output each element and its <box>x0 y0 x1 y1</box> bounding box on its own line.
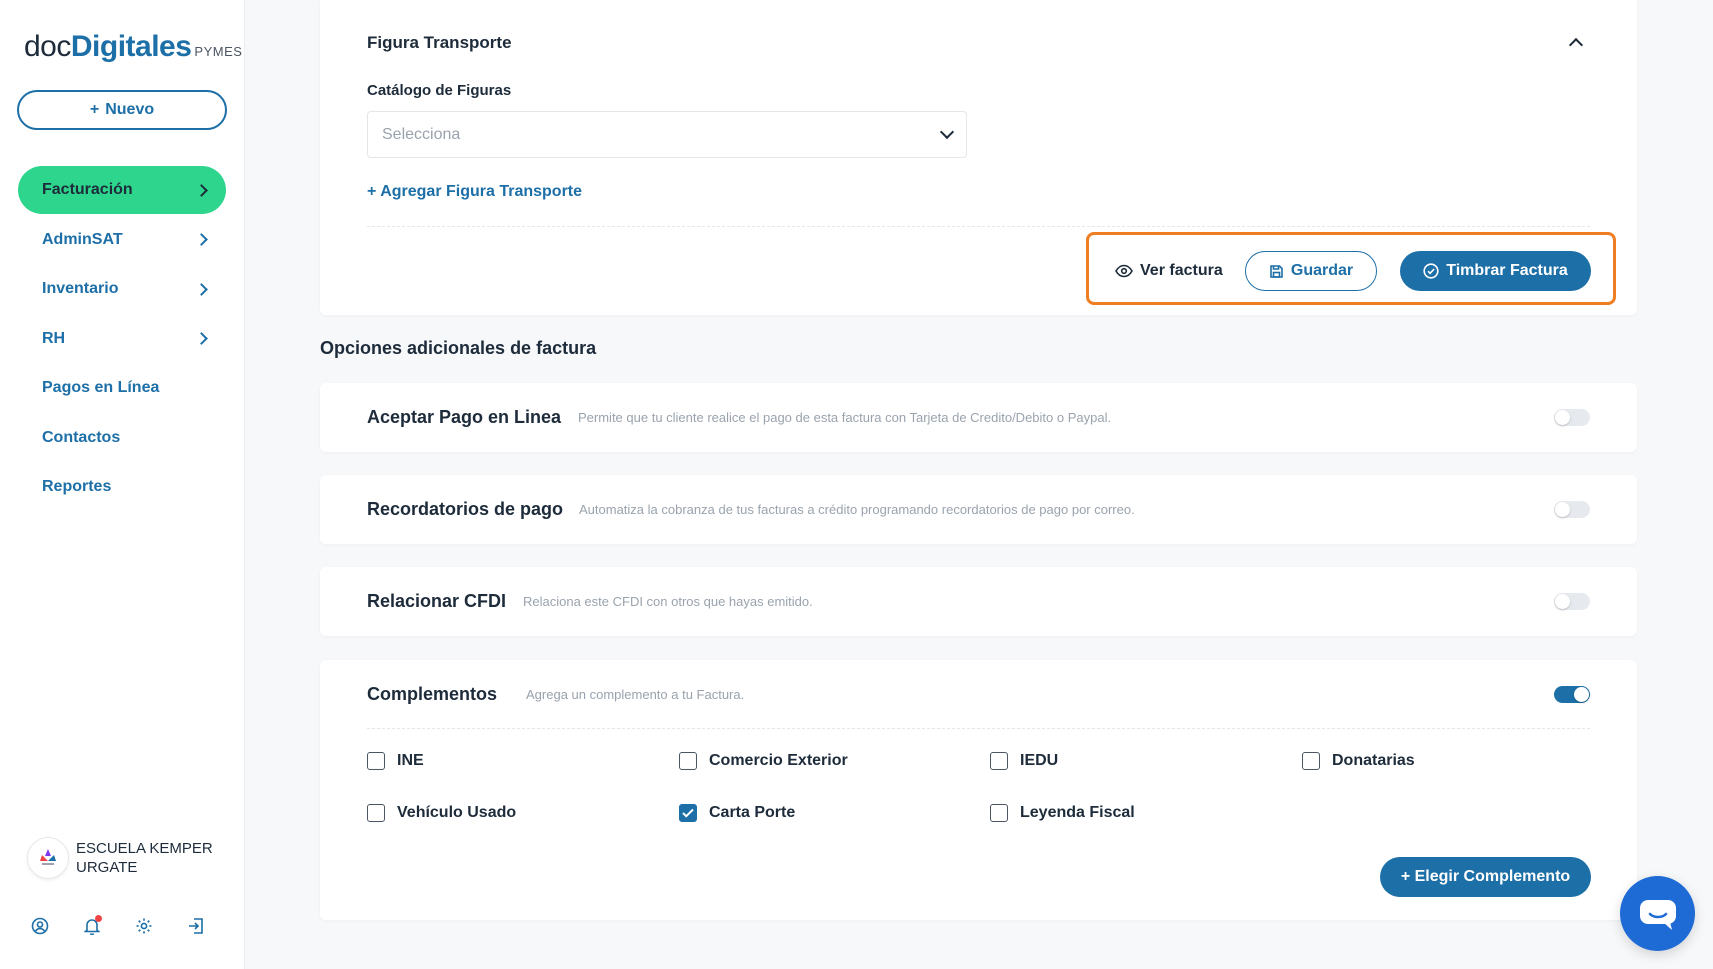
nav-item-inventario[interactable]: Inventario <box>18 265 226 313</box>
save-icon <box>1270 264 1283 278</box>
option-description: Automatiza la cobranza de tus facturas a… <box>579 502 1135 517</box>
nav-item-contactos[interactable]: Contactos <box>18 414 226 462</box>
complementos-title: Complementos <box>367 684 498 704</box>
nav-item-label: AdminSAT <box>42 230 123 248</box>
checkbox-label: Carta Porte <box>709 804 796 821</box>
view-invoice-label: Ver factura <box>1140 262 1223 279</box>
checkbox-carta-porte[interactable]: Carta Porte <box>679 804 795 822</box>
choose-complement-button[interactable]: + Elegir Complemento <box>1380 857 1591 897</box>
nav-item-reportes[interactable]: Reportes <box>18 463 226 511</box>
bottom-toolbar <box>30 915 206 936</box>
avatar <box>28 838 68 878</box>
nav-item-label: Inventario <box>42 280 119 297</box>
checkbox-box[interactable] <box>367 752 385 770</box>
user-circle-icon[interactable] <box>30 916 50 936</box>
school-logo-icon <box>40 849 56 865</box>
checkbox-label: Comercio Exterior <box>709 752 848 769</box>
nav-item-adminsat[interactable]: AdminSAT <box>18 216 226 264</box>
checkbox-donatarias[interactable]: Donatarias <box>1302 752 1415 770</box>
checkbox-leyenda-fiscal[interactable]: Leyenda Fiscal <box>990 804 1135 822</box>
checkbox-label: Donatarias <box>1332 752 1415 769</box>
checkbox-comercio-exterior[interactable]: Comercio Exterior <box>679 752 848 770</box>
option-title: Aceptar Pago en Linea <box>367 407 562 427</box>
checkmark-icon <box>682 808 694 818</box>
checkbox-box[interactable] <box>679 804 697 822</box>
eye-icon <box>1115 264 1133 278</box>
chevron-right-icon <box>195 332 208 345</box>
toggle-recordatorios[interactable] <box>1554 501 1590 518</box>
option-description: Permite que tu cliente realice el pago d… <box>578 410 1112 425</box>
divider <box>367 728 1590 729</box>
plus-icon: + <box>89 101 100 118</box>
save-label: Guardar <box>1290 262 1354 279</box>
bell-icon[interactable] <box>82 915 102 936</box>
checkbox-iedu[interactable]: IEDU <box>990 752 1058 770</box>
user-profile[interactable]: ESCUELA KEMPER URGATE <box>28 838 226 878</box>
checkbox-ine[interactable]: INE <box>367 752 424 770</box>
nav-item-facturacion[interactable]: Facturación <box>18 166 226 214</box>
new-button[interactable]: + Nuevo <box>17 90 227 130</box>
checkbox-box[interactable] <box>1302 752 1320 770</box>
chevron-right-icon <box>195 183 208 197</box>
option-card-relacionar-cfdi: Relacionar CFDI Relaciona este CFDI con … <box>320 567 1637 636</box>
checkbox-box[interactable] <box>679 752 697 770</box>
chat-button[interactable] <box>1620 876 1695 951</box>
toggle-relacionar-cfdi[interactable] <box>1554 593 1590 610</box>
nav-item-label: RH <box>42 329 66 347</box>
sidebar: docDigitales PYMES + Nuevo Facturación Ad… <box>0 0 245 969</box>
catalog-label: Catálogo de Figuras <box>367 82 512 99</box>
user-name: ESCUELA KEMPER URGATE <box>76 840 213 876</box>
save-button[interactable]: Guardar <box>1245 251 1377 291</box>
nav-item-pagos-en-linea[interactable]: Pagos en Línea <box>18 364 226 412</box>
gear-icon[interactable] <box>134 916 154 936</box>
stamp-invoice-label: Timbrar Factura <box>1446 262 1568 279</box>
main-nav: Facturación AdminSAT Inventario RH Pagos… <box>18 166 226 513</box>
view-invoice-button[interactable]: Ver factura <box>1115 253 1223 289</box>
checkbox-box[interactable] <box>367 804 385 822</box>
figura-transporte-title: Figura Transporte <box>367 33 512 52</box>
new-button-label: Nuevo <box>105 101 155 118</box>
check-circle-icon <box>1423 263 1439 279</box>
toggle-pago-en-linea[interactable] <box>1554 409 1590 426</box>
nav-item-label: Pagos en Línea <box>42 379 160 396</box>
stamp-invoice-button[interactable]: Timbrar Factura <box>1400 251 1591 291</box>
chevron-down-icon <box>939 124 955 139</box>
catalog-select[interactable]: Selecciona <box>367 111 967 158</box>
checkbox-box[interactable] <box>990 804 1008 822</box>
nav-item-label: Contactos <box>42 428 121 446</box>
option-title: Recordatorios de pago <box>367 499 564 519</box>
chevron-right-icon <box>195 282 208 296</box>
chevron-right-icon <box>195 233 208 246</box>
checkbox-label: IEDU <box>1020 752 1059 769</box>
nav-item-label: Facturación <box>42 181 133 198</box>
option-title: Relacionar CFDI <box>367 591 507 611</box>
checkbox-label: Vehículo Usado <box>397 804 517 821</box>
chat-bubble-icon <box>1639 899 1676 930</box>
option-description: Relaciona este CFDI con otros que hayas … <box>523 594 813 609</box>
complementos-description: Agrega un complemento a tu Factura. <box>526 687 745 702</box>
checkbox-box[interactable] <box>990 752 1008 770</box>
divider <box>367 226 1590 227</box>
option-card-pago-en-linea: Aceptar Pago en Linea Permite que tu cli… <box>320 383 1637 452</box>
checkbox-label: INE <box>397 752 424 769</box>
checkbox-label: Leyenda Fiscal <box>1020 804 1135 821</box>
brand-logo[interactable]: docDigitales PYMES <box>24 30 242 64</box>
nav-item-rh[interactable]: RH <box>18 315 226 363</box>
notification-dot <box>95 915 102 922</box>
nav-item-label: Reportes <box>42 478 112 495</box>
option-card-recordatorios: Recordatorios de pago Automatiza la cobr… <box>320 475 1637 544</box>
additional-options-title: Opciones adicionales de factura <box>320 338 597 358</box>
logout-icon[interactable] <box>186 916 206 936</box>
add-figura-link[interactable]: + Agregar Figura Transporte <box>367 183 582 201</box>
checkbox-vehiculo-usado[interactable]: Vehículo Usado <box>367 804 516 822</box>
select-placeholder: Selecciona <box>382 125 461 143</box>
toggle-complementos[interactable] <box>1554 686 1590 703</box>
